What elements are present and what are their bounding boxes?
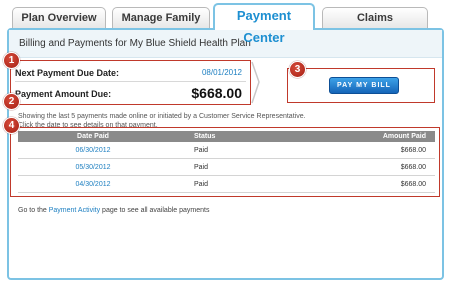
- next-due-label: Next Payment Due Date:: [15, 68, 120, 78]
- payments-note: Showing the last 5 payments made online …: [18, 113, 306, 120]
- date-paid-link[interactable]: 04/30/2012: [18, 176, 168, 193]
- callout-badge-2: 2: [3, 93, 20, 110]
- tab-plan-overview[interactable]: Plan Overview: [12, 7, 106, 29]
- header-amount-paid: Amount Paid: [382, 133, 426, 140]
- arrow-right-icon: [251, 61, 260, 104]
- panel-title: Billing and Payments for My Blue Shield …: [9, 30, 442, 58]
- amount-due-row: Payment Amount Due: $668.00: [15, 83, 246, 103]
- date-paid-link[interactable]: 05/30/2012: [18, 159, 168, 176]
- tab-manage-family[interactable]: Manage Family: [112, 7, 210, 29]
- callout-badge-3: 3: [289, 61, 306, 78]
- amount-due-label: Payment Amount Due:: [15, 89, 112, 99]
- payment-summary: Next Payment Due Date: 08/01/2012 Paymen…: [10, 60, 251, 105]
- amount-due-value: $668.00: [191, 85, 242, 101]
- status-cell: Paid: [194, 147, 209, 154]
- table-row: 06/30/2012 Paid $668.00: [18, 142, 435, 159]
- callout-badge-1: 1: [3, 52, 20, 69]
- table-row: 04/30/2012 Paid $668.00: [18, 176, 435, 193]
- next-due-row: Next Payment Due Date: 08/01/2012: [15, 64, 246, 82]
- amount-cell: $668.00: [400, 181, 426, 188]
- tab-bar: Plan Overview Manage Family Payment Cent…: [12, 3, 442, 45]
- header-status: Status: [194, 133, 216, 140]
- tab-payment-center[interactable]: Payment Center: [213, 3, 315, 45]
- payment-activity-link[interactable]: Payment Activity: [49, 207, 100, 214]
- header-date-paid: Date Paid: [77, 133, 109, 140]
- table-row: 05/30/2012 Paid $668.00: [18, 159, 435, 176]
- amount-cell: $668.00: [400, 164, 426, 171]
- footer-text: Go to the Payment Activity page to see a…: [18, 207, 209, 214]
- date-paid-link[interactable]: 06/30/2012: [18, 142, 168, 159]
- callout-badge-4: 4: [3, 117, 20, 134]
- footer-prefix: Go to the: [18, 207, 49, 214]
- status-cell: Paid: [194, 181, 209, 188]
- payments-table: Date Paid Status Amount Paid 06/30/2012 …: [10, 127, 440, 197]
- tab-claims[interactable]: Claims: [322, 7, 428, 29]
- status-cell: Paid: [194, 164, 209, 171]
- pay-bill-area: PAY MY BILL: [287, 68, 435, 103]
- next-due-date: 08/01/2012: [201, 68, 242, 77]
- pay-my-bill-button[interactable]: PAY MY BILL: [329, 77, 399, 94]
- footer-suffix: page to see all available payments: [100, 207, 210, 214]
- amount-cell: $668.00: [400, 147, 426, 154]
- table-header: Date Paid Status Amount Paid: [18, 131, 435, 142]
